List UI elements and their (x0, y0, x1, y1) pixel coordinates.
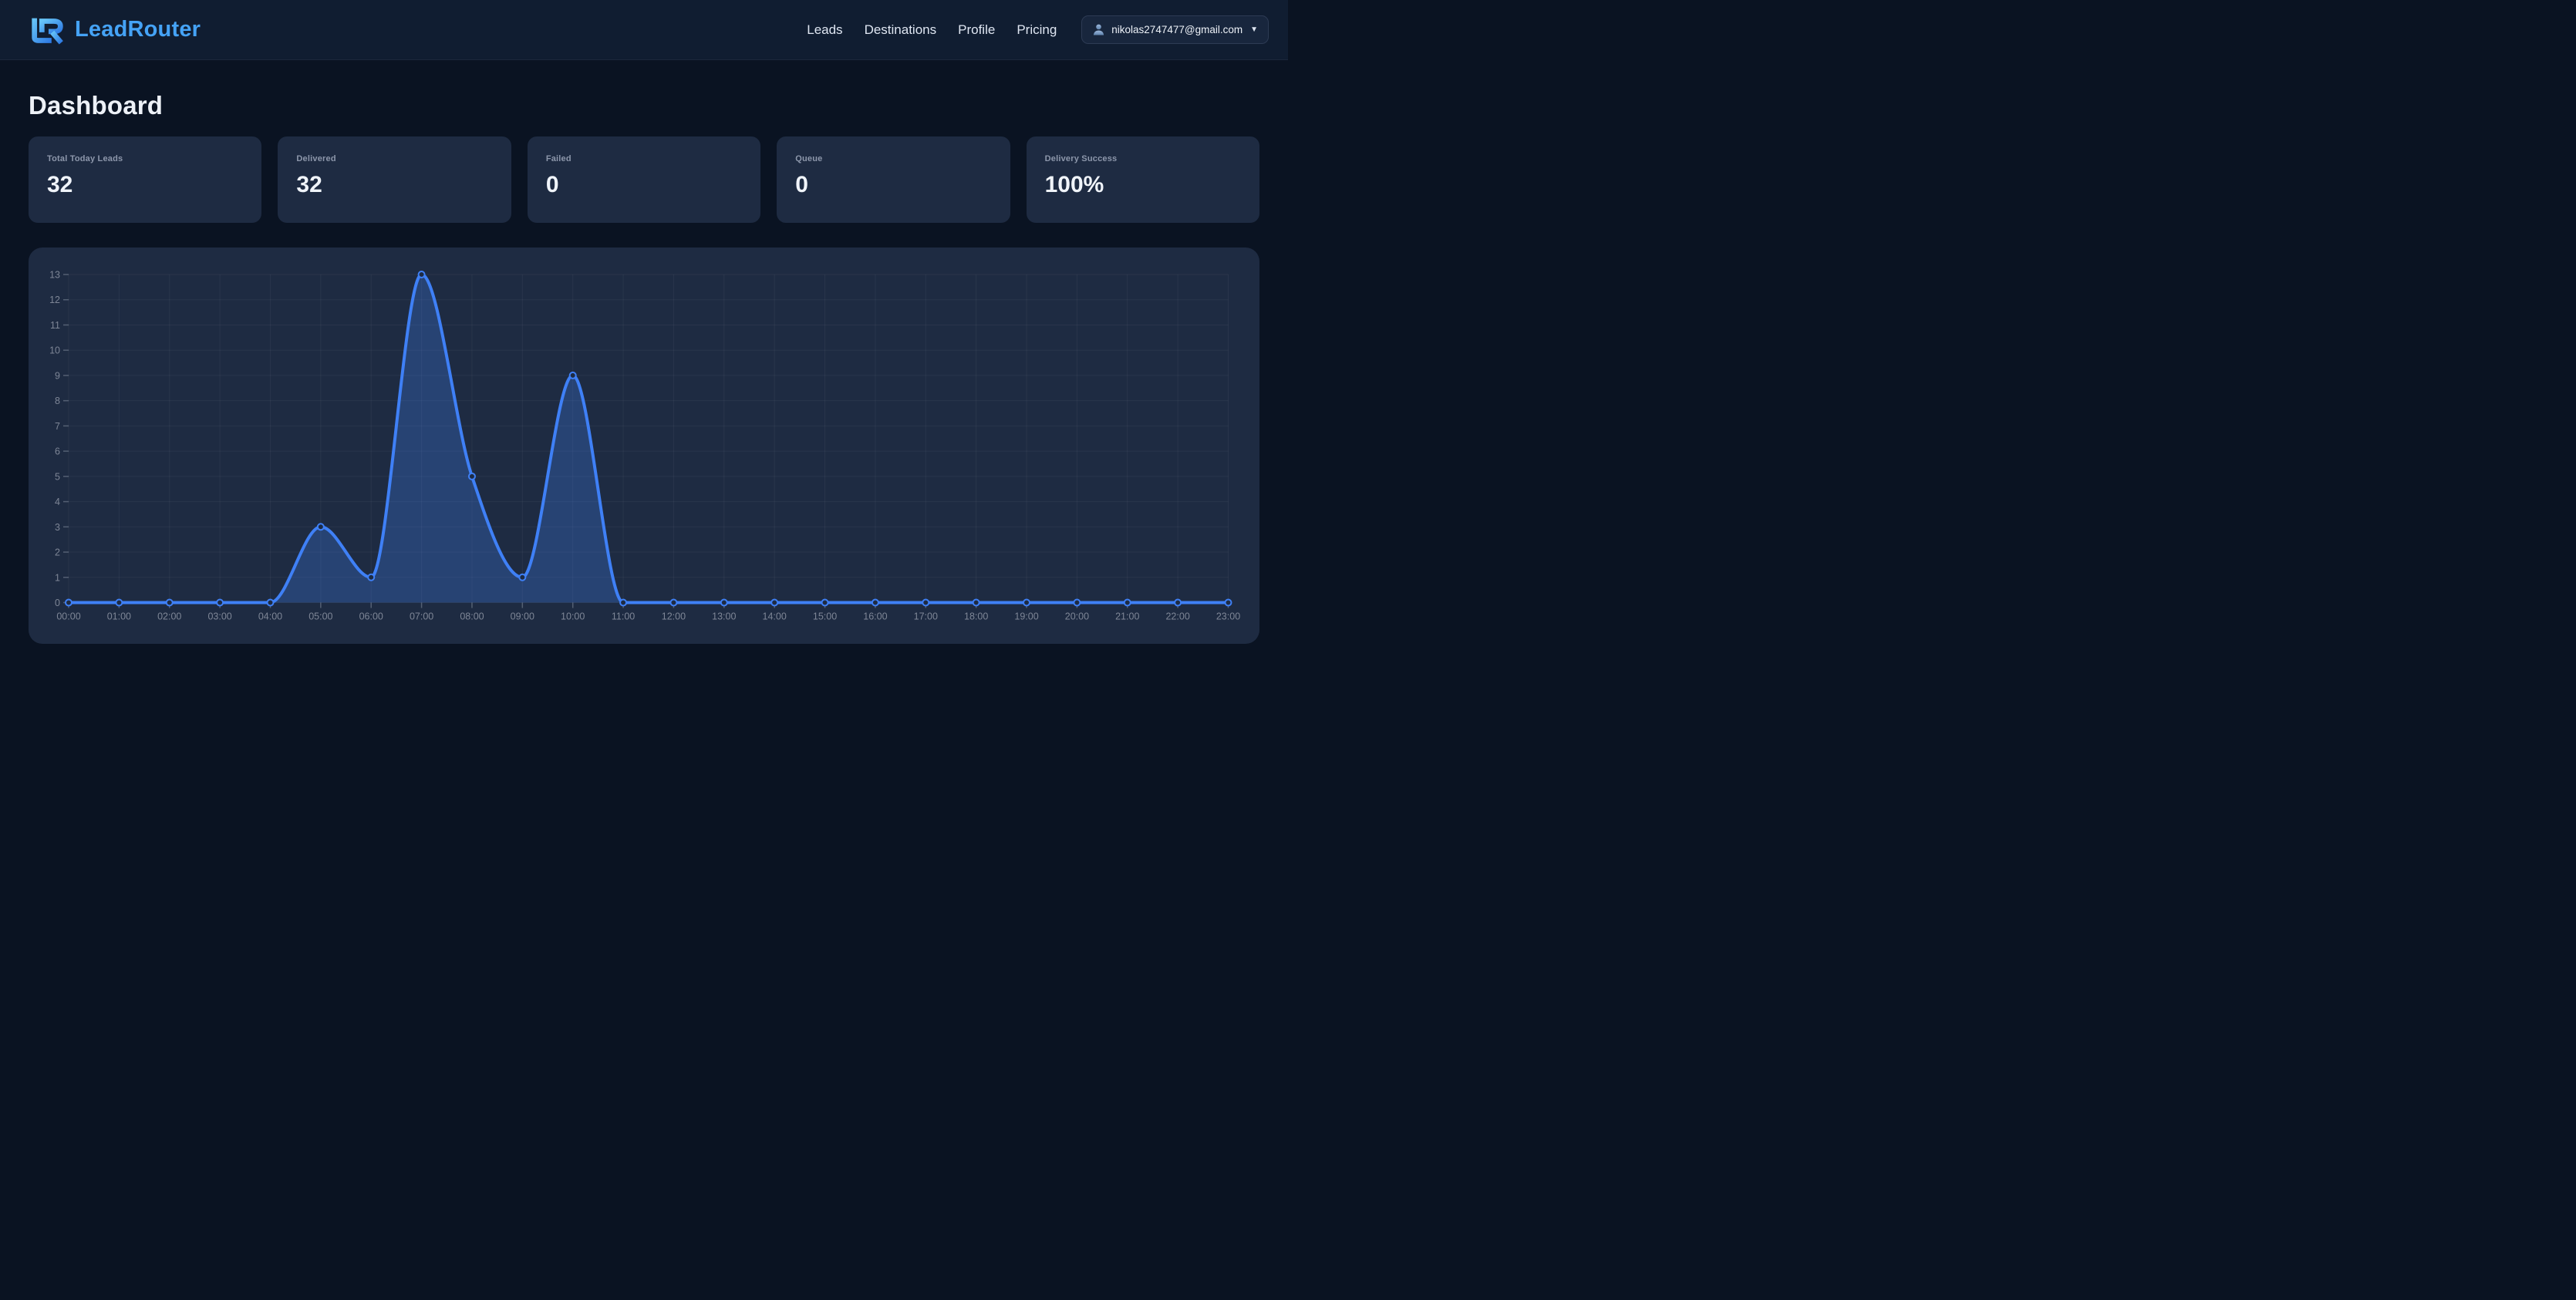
svg-text:9: 9 (55, 370, 60, 381)
svg-text:13:00: 13:00 (712, 611, 736, 622)
stat-card-queue: Queue 0 (777, 136, 1010, 223)
leads-chart-panel: 01234567891011121300:0001:0002:0003:0004… (29, 248, 1259, 644)
nav-item-profile[interactable]: Profile (958, 22, 995, 38)
svg-text:16:00: 16:00 (863, 611, 887, 622)
nav-item-leads[interactable]: Leads (807, 22, 842, 38)
stat-value: 0 (795, 172, 991, 198)
user-email: nikolas2747477@gmail.com (1111, 24, 1242, 35)
stat-value: 100% (1045, 172, 1241, 198)
svg-text:4: 4 (55, 497, 60, 507)
svg-text:0: 0 (55, 598, 60, 608)
stat-card-total-today-leads: Total Today Leads 32 (29, 136, 261, 223)
svg-text:01:00: 01:00 (107, 611, 131, 622)
stat-label: Delivery Success (1045, 154, 1241, 163)
svg-text:6: 6 (55, 446, 60, 457)
nav-item-destinations[interactable]: Destinations (865, 22, 937, 38)
svg-text:12:00: 12:00 (662, 611, 686, 622)
stat-card-failed: Failed 0 (528, 136, 760, 223)
svg-text:20:00: 20:00 (1065, 611, 1089, 622)
svg-text:13: 13 (49, 270, 60, 281)
person-icon (1092, 23, 1105, 36)
svg-text:19:00: 19:00 (1014, 611, 1038, 622)
svg-text:12: 12 (49, 295, 60, 305)
stat-label: Queue (795, 154, 991, 163)
svg-text:21:00: 21:00 (1115, 611, 1139, 622)
svg-text:02:00: 02:00 (157, 611, 181, 622)
svg-text:09:00: 09:00 (511, 611, 534, 622)
page-title: Dashboard (29, 91, 1259, 120)
nav-item-pricing[interactable]: Pricing (1017, 22, 1057, 38)
dashboard-page: Dashboard Total Today Leads 32 Delivered… (0, 91, 1288, 644)
top-nav: LeadRouter Leads Destinations Profile Pr… (0, 0, 1288, 60)
svg-text:00:00: 00:00 (56, 611, 80, 622)
svg-text:17:00: 17:00 (914, 611, 938, 622)
nav-links: Leads Destinations Profile Pricing (807, 22, 1057, 38)
stat-label: Total Today Leads (47, 154, 243, 163)
brand-name: LeadRouter (75, 17, 201, 42)
svg-text:04:00: 04:00 (258, 611, 282, 622)
svg-text:05:00: 05:00 (309, 611, 332, 622)
stat-value: 32 (47, 172, 243, 198)
svg-text:1: 1 (55, 572, 60, 583)
lr-monogram-icon (29, 14, 67, 46)
svg-text:03:00: 03:00 (207, 611, 231, 622)
svg-text:18:00: 18:00 (964, 611, 988, 622)
svg-text:3: 3 (55, 522, 60, 533)
svg-text:14:00: 14:00 (763, 611, 787, 622)
svg-text:5: 5 (55, 471, 60, 482)
brand-logo[interactable]: LeadRouter (29, 14, 201, 46)
chevron-down-icon: ▼ (1250, 25, 1258, 34)
svg-text:8: 8 (55, 396, 60, 406)
svg-text:22:00: 22:00 (1165, 611, 1189, 622)
svg-text:10: 10 (49, 345, 60, 356)
stat-label: Failed (546, 154, 742, 163)
svg-text:7: 7 (55, 421, 60, 432)
stat-card-delivery-success: Delivery Success 100% (1027, 136, 1259, 223)
stat-card-delivered: Delivered 32 (278, 136, 511, 223)
svg-text:15:00: 15:00 (813, 611, 837, 622)
svg-text:11: 11 (50, 320, 60, 331)
stat-value: 0 (546, 172, 742, 198)
stat-value: 32 (296, 172, 492, 198)
svg-text:07:00: 07:00 (410, 611, 433, 622)
svg-text:06:00: 06:00 (359, 611, 383, 622)
stat-label: Delivered (296, 154, 492, 163)
leads-per-hour-chart[interactable]: 01234567891011121300:0001:0002:0003:0004… (29, 248, 1259, 644)
svg-text:2: 2 (55, 547, 60, 558)
svg-text:23:00: 23:00 (1216, 611, 1240, 622)
stats-row: Total Today Leads 32 Delivered 32 Failed… (29, 136, 1259, 223)
user-menu[interactable]: nikolas2747477@gmail.com ▼ (1081, 15, 1269, 44)
svg-text:10:00: 10:00 (561, 611, 585, 622)
svg-text:11:00: 11:00 (612, 611, 635, 622)
svg-text:08:00: 08:00 (460, 611, 484, 622)
